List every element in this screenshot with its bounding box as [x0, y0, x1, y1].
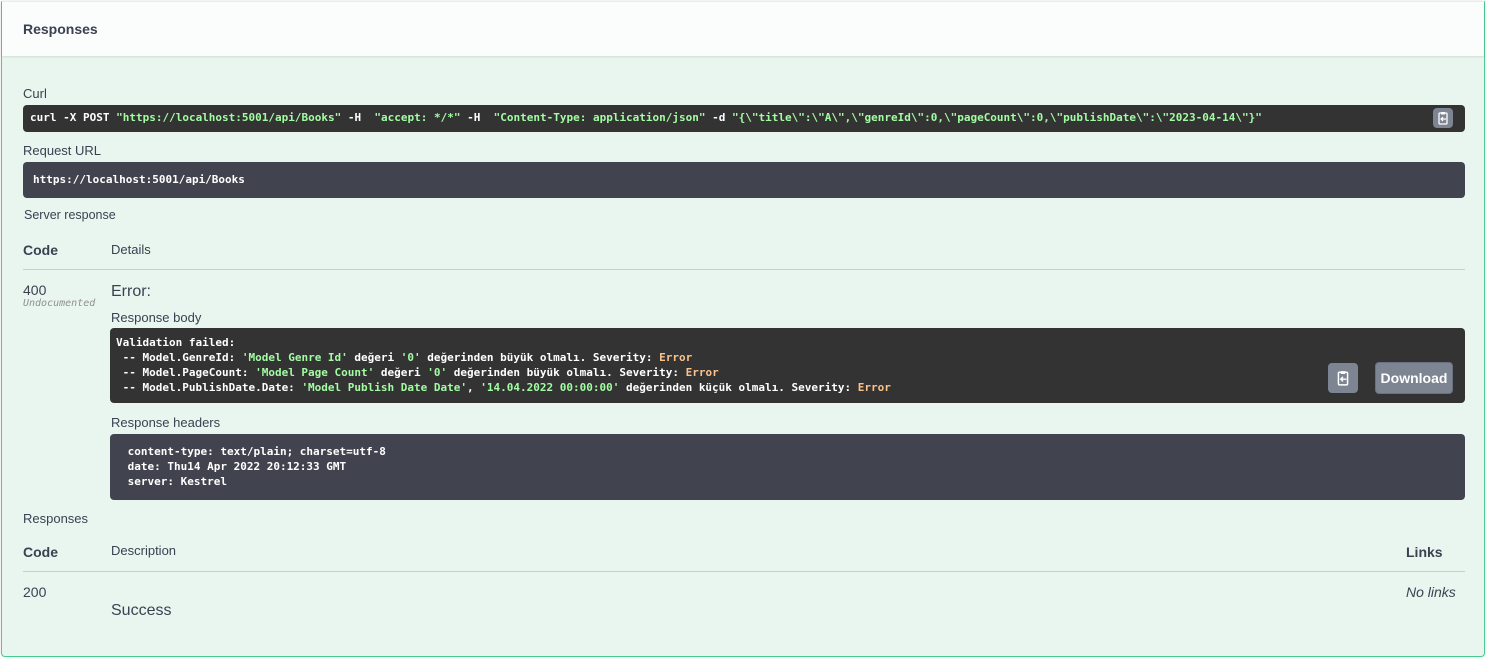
response-body-line: -- Model.PageCount: 'Model Page Count' d… [116, 366, 719, 379]
response-body-line: -- Model.PublishDate.Date: 'Model Publis… [116, 381, 891, 394]
server-response-header-rule [23, 269, 1465, 270]
response-headers-block[interactable]: content-type: text/plain; charset=utf-8 … [110, 434, 1465, 500]
section-title: Responses [23, 21, 98, 37]
curl-header-accept: "accept: */*" [374, 111, 461, 124]
copy-to-clipboard-icon [1436, 111, 1450, 125]
curl-d-flag: -d [705, 111, 733, 124]
response-body-block[interactable]: Validation failed: -- Model.GenreId: 'Mo… [110, 328, 1465, 403]
curl-command-block[interactable]: curl -X POST "https://localhost:5001/api… [23, 105, 1465, 132]
response-header-line: content-type: text/plain; charset=utf-8 [121, 445, 393, 458]
curl-data: "{\"title\":\"A\",\"genreId\":0,\"pageCo… [732, 111, 1262, 124]
request-url-label: Request URL [23, 143, 102, 158]
responses-links-header: Links [1406, 544, 1443, 560]
curl-h2-flag: -H [460, 111, 494, 124]
responses-row-description: Success [111, 602, 172, 619]
response-status-code: 400 [23, 282, 47, 298]
response-header-line: date: Thu14 Apr 2022 20:12:33 GMT [121, 460, 353, 473]
responses-code-header: Code [23, 544, 58, 560]
curl-header-content-type: "Content-Type: application/json" [493, 111, 706, 124]
server-response-code-header: Code [23, 242, 58, 258]
responses-panel: Responses Curl curl -X POST "https://loc… [1, 1, 1485, 657]
responses-row-code: 200 [23, 584, 47, 600]
curl-url: "https://localhost:5001/api/Books" [116, 111, 342, 124]
curl-cmd-prefix: curl -X POST [30, 111, 117, 124]
response-error-title: Error: [111, 283, 151, 300]
response-body-line: -- Model.GenreId: 'Model Genre Id' değer… [116, 351, 693, 364]
response-headers-label: Response headers [111, 415, 221, 430]
response-body-copy-button[interactable] [1328, 363, 1358, 393]
request-url-block[interactable]: https://localhost:5001/api/Books [23, 162, 1465, 198]
curl-h1-flag: -H [341, 111, 375, 124]
responses-row-links: No links [1406, 584, 1456, 600]
server-response-label: Server response [24, 208, 116, 222]
responses-description-header: Description [111, 543, 177, 558]
response-header-line: server: Kestrel [121, 475, 234, 488]
server-response-details-header: Details [111, 242, 151, 257]
copy-to-clipboard-icon [1335, 370, 1351, 386]
curl-label: Curl [23, 86, 47, 101]
response-body-line: Validation failed: [116, 336, 236, 349]
responses-label: Responses [23, 511, 89, 526]
response-undocumented-note: Undocumented [23, 298, 96, 309]
responses-section-header: Responses [2, 2, 1484, 56]
curl-copy-button[interactable] [1433, 108, 1453, 128]
download-button[interactable]: Download [1375, 362, 1453, 394]
responses-header-rule [23, 571, 1465, 572]
response-body-label: Response body [111, 310, 202, 325]
